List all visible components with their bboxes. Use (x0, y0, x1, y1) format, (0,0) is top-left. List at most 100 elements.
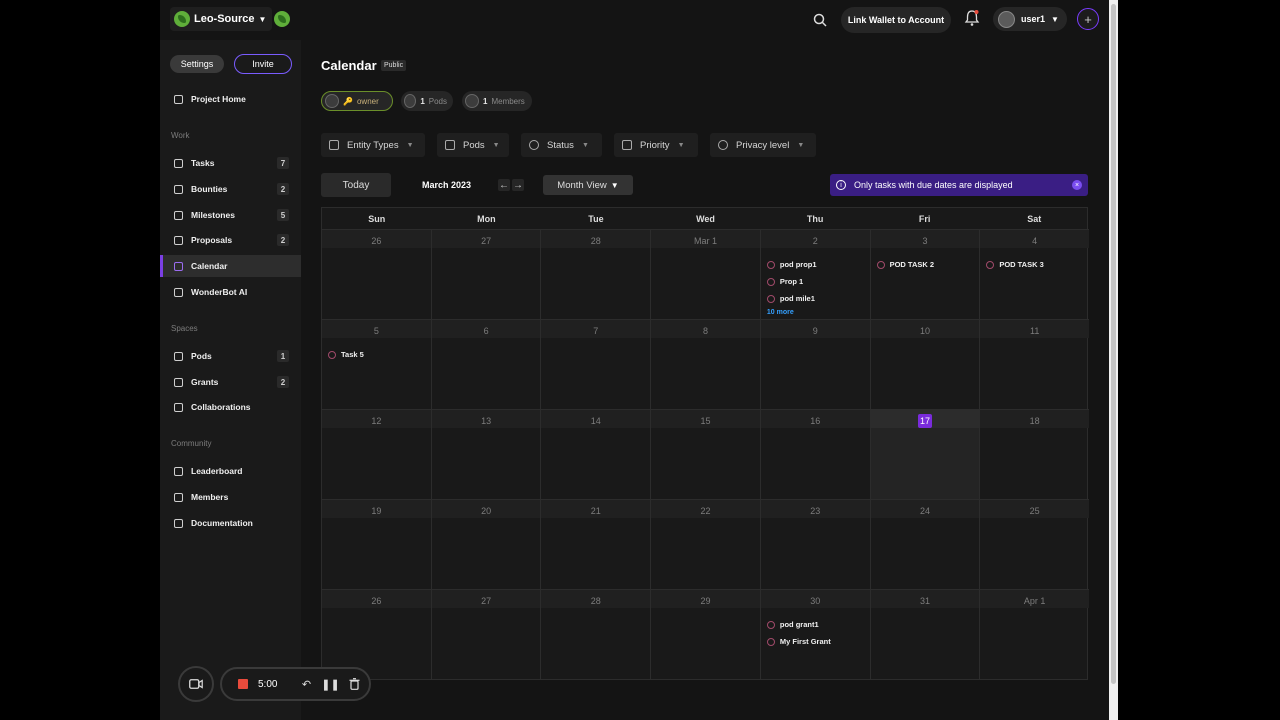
invite-button[interactable]: Invite (234, 54, 292, 74)
day-cell[interactable]: 3 POD TASK 2 (870, 230, 981, 319)
day-cell[interactable]: 27 (431, 590, 542, 680)
day-cell[interactable]: 24 (870, 500, 981, 589)
prev-month-button[interactable]: ← (498, 179, 510, 191)
day-cell[interactable]: 25 (980, 500, 1090, 589)
camera-toggle-button[interactable] (178, 666, 214, 702)
day-cell[interactable]: 8 (651, 320, 761, 409)
calendar-event[interactable]: My First Grant (766, 633, 866, 650)
day-cell[interactable]: 23 (760, 500, 871, 589)
sidebar-item-milestones[interactable]: Milestones 5 (160, 204, 301, 226)
day-number: 26 (371, 236, 382, 246)
day-cell[interactable]: 7 (541, 320, 652, 409)
sidebar-item-tasks[interactable]: Tasks 7 (160, 152, 301, 174)
pods-icon (174, 351, 183, 361)
calendar-event[interactable]: Task 5 (328, 346, 427, 363)
sidebar-item-label: Pods (191, 351, 212, 361)
day-cell[interactable]: 19 (322, 500, 432, 589)
day-cell-today[interactable]: 17 (870, 410, 981, 499)
stop-recording-button[interactable] (238, 679, 248, 689)
sidebar-item-wonderbot[interactable]: WonderBot AI (160, 281, 301, 303)
day-cell[interactable]: 15 (651, 410, 761, 499)
sidebar-item-leaderboard[interactable]: Leaderboard (160, 460, 301, 482)
view-selector[interactable]: Month View ▼ (543, 175, 633, 195)
user-menu[interactable]: user1 ▼ (993, 7, 1067, 31)
day-cell[interactable]: 12 (322, 410, 432, 499)
day-number: 22 (700, 506, 711, 516)
pods-chip[interactable]: 1 Pods (401, 91, 453, 111)
page-scrollbar[interactable] (1109, 0, 1118, 720)
day-cell[interactable]: 30 pod grant1 My First Grant (760, 590, 871, 680)
day-cell[interactable]: 31 (870, 590, 981, 680)
day-cell[interactable]: 9 (760, 320, 871, 409)
pause-icon[interactable]: ❚❚ (321, 677, 339, 691)
sidebar-item-bounties[interactable]: Bounties 2 (160, 178, 301, 200)
sidebar-item-pods[interactable]: Pods 1 (160, 345, 301, 367)
day-cell[interactable]: 11 (980, 320, 1090, 409)
calendar-event[interactable]: POD TASK 3 (986, 256, 1085, 273)
filter-pods[interactable]: Pods ▼ (437, 133, 509, 157)
day-cell[interactable]: 18 (980, 410, 1090, 499)
calendar-event[interactable]: pod mile1 (766, 290, 866, 307)
calendar-event[interactable]: pod prop1 (766, 256, 866, 273)
sidebar-item-members[interactable]: Members (160, 486, 301, 508)
trash-icon[interactable] (347, 677, 361, 691)
filter-entity-types[interactable]: Entity Types ▼ (321, 133, 425, 157)
day-cell[interactable]: 14 (541, 410, 652, 499)
more-events-link[interactable]: 10 more (767, 307, 866, 319)
close-icon[interactable]: × (1072, 180, 1082, 190)
day-cell[interactable]: 6 (431, 320, 542, 409)
day-cell[interactable]: 28 (541, 590, 652, 680)
settings-button[interactable]: Settings (170, 55, 224, 73)
notifications-button[interactable] (964, 9, 980, 27)
day-cell[interactable]: 10 (870, 320, 981, 409)
day-cell[interactable]: 16 (760, 410, 871, 499)
day-cell[interactable]: 28 (541, 230, 652, 319)
avatar (325, 94, 339, 108)
next-month-button[interactable]: → (512, 179, 524, 191)
search-button[interactable] (808, 8, 832, 32)
undo-icon[interactable]: ↶ (299, 677, 313, 691)
sidebar-item-label: Collaborations (191, 402, 251, 412)
link-wallet-button[interactable]: Link Wallet to Account (841, 7, 951, 33)
proposal-icon (174, 235, 183, 245)
calendar-event[interactable]: pod grant1 (766, 616, 866, 633)
day-cell[interactable]: 20 (431, 500, 542, 589)
calendar-event[interactable]: POD TASK 2 (876, 256, 976, 273)
pods-label: Pods (428, 96, 447, 106)
project-logo-icon[interactable] (274, 11, 290, 27)
members-label: Members (491, 96, 525, 106)
filter-priority[interactable]: Priority ▼ (614, 133, 698, 157)
filter-privacy-level[interactable]: Privacy level ▼ (710, 133, 816, 157)
page-title: Calendar (321, 58, 377, 73)
day-cell[interactable]: 22 (651, 500, 761, 589)
sidebar-item-grants[interactable]: Grants 2 (160, 371, 301, 393)
day-cell[interactable]: 5 Task 5 (322, 320, 432, 409)
chevron-down-icon: ▼ (1051, 14, 1059, 24)
sidebar-item-documentation[interactable]: Documentation (160, 512, 301, 534)
today-button[interactable]: Today (321, 173, 391, 197)
day-number: 3 (922, 236, 928, 246)
sidebar-item-proposals[interactable]: Proposals 2 (160, 229, 301, 251)
day-cell[interactable]: 26 (322, 230, 432, 319)
owner-chip[interactable]: 🔑 owner (321, 91, 393, 111)
create-button[interactable]: + (1077, 8, 1099, 30)
day-cell[interactable]: Mar 1 (651, 230, 761, 319)
day-cell[interactable]: 29 (651, 590, 761, 680)
day-cell[interactable]: 27 (431, 230, 542, 319)
day-cell[interactable]: 13 (431, 410, 542, 499)
day-cell[interactable]: Apr 1 (980, 590, 1090, 680)
members-chip[interactable]: 1 Members (462, 91, 532, 111)
day-cell[interactable]: 21 (541, 500, 652, 589)
event-title: pod grant1 (779, 620, 819, 629)
sidebar-item-calendar[interactable]: Calendar (160, 255, 301, 277)
filter-status[interactable]: Status ▼ (521, 133, 602, 157)
grant-icon (174, 377, 183, 387)
count-badge: 2 (277, 376, 289, 388)
sidebar-item-collaborations[interactable]: Collaborations (160, 396, 301, 418)
day-cell[interactable]: 2 pod prop1 Prop 1 pod mile1 10 more (760, 230, 871, 319)
workspace-switcher[interactable]: Leo-Source ▼ (170, 7, 273, 31)
scrollbar-thumb[interactable] (1111, 4, 1116, 684)
calendar-event[interactable]: Prop 1 (766, 273, 866, 290)
sidebar-item-project-home[interactable]: Project Home (160, 88, 301, 110)
day-cell[interactable]: 4 POD TASK 3 (980, 230, 1090, 319)
